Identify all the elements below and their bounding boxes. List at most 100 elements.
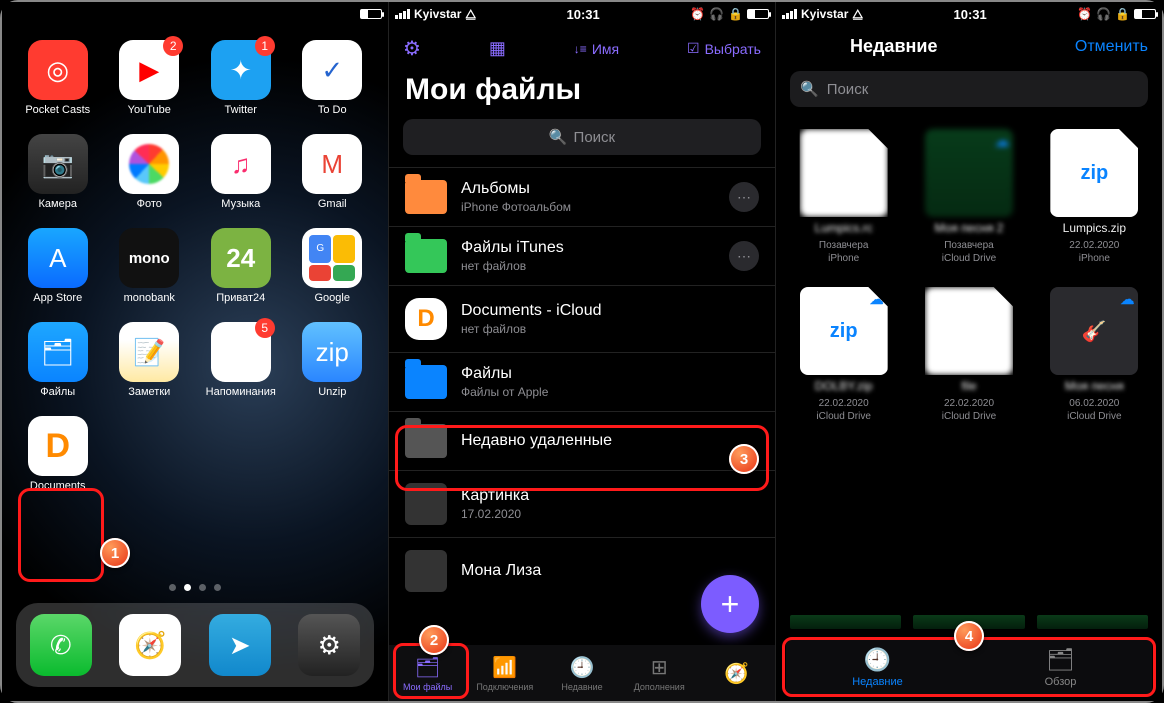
page-dots[interactable] bbox=[2, 584, 388, 591]
app-label: Фото bbox=[137, 198, 162, 210]
list-item[interactable]: DDocuments - iCloudнет файлов bbox=[389, 285, 775, 352]
app-напоминания[interactable]: ●5Напоминания bbox=[199, 322, 283, 398]
folder-icon: D bbox=[405, 298, 447, 340]
tab-label: Подключения bbox=[476, 682, 533, 692]
settings-icon[interactable]: ⚙ bbox=[403, 36, 421, 61]
file-item[interactable]: zip☁︎ DOLBY.zip 22.02.2020iCloud Drive bbox=[784, 279, 903, 431]
item-title: Недавно удаленные bbox=[461, 432, 759, 450]
app-label: Заметки bbox=[128, 386, 170, 398]
lock-icon: 🔒 bbox=[1115, 7, 1130, 21]
tab-Дополнения[interactable]: ⊞Дополнения bbox=[621, 645, 698, 701]
app-label: App Store bbox=[33, 292, 82, 304]
signal-icon bbox=[395, 9, 410, 19]
app-documents[interactable]: DDocuments bbox=[16, 416, 100, 492]
view-mode-icon[interactable]: ▦ bbox=[489, 38, 506, 59]
list-item[interactable]: Картинка17.02.2020 bbox=[389, 470, 775, 537]
screen-documents-app: Kyivstar⧋ 10:31 ⏰🎧🔒 ⚙ ▦ ↓≡Имя ☑Выбрать М… bbox=[388, 2, 775, 701]
file-meta: ПозавчераiPhone bbox=[819, 239, 869, 265]
app-youtube[interactable]: ▶2YouTube bbox=[108, 40, 192, 116]
app-камера[interactable]: 📷Камера bbox=[16, 134, 100, 210]
tab-label: Недавние bbox=[561, 682, 602, 692]
add-button[interactable]: + bbox=[701, 575, 759, 633]
dock-app[interactable]: ⚙ bbox=[298, 614, 360, 676]
app-google[interactable]: GGoogle bbox=[291, 228, 375, 304]
headphones-icon: 🎧 bbox=[709, 7, 724, 21]
sort-button[interactable]: ↓≡Имя bbox=[574, 41, 619, 57]
item-subtitle: iPhone Фотоальбом bbox=[461, 200, 715, 214]
status-bar: Kyivstar⧋ 10:31 ⏰🎧🔒 bbox=[389, 2, 775, 22]
app-заметки[interactable]: 📝Заметки bbox=[108, 322, 192, 398]
file-item[interactable]: zipLumpics.zip22.02.2020iPhone bbox=[1035, 121, 1154, 273]
app-gmail[interactable]: MGmail bbox=[291, 134, 375, 210]
app-файлы[interactable]: 🗂Файлы bbox=[16, 322, 100, 398]
app-icon: A bbox=[28, 228, 88, 288]
item-title: Файлы bbox=[461, 365, 759, 383]
picker-tab-Обзор[interactable]: 🗂 Обзор bbox=[969, 639, 1152, 695]
cloud-download-icon: ☁︎ bbox=[995, 133, 1009, 150]
more-icon[interactable]: ⋯ bbox=[729, 241, 759, 271]
picker-tab-Недавние[interactable]: 🕘Недавние bbox=[786, 639, 969, 695]
file-name: file bbox=[961, 379, 976, 393]
app-pocket-casts[interactable]: ◎Pocket Casts bbox=[16, 40, 100, 116]
file-thumbnail: zip☁︎ bbox=[800, 287, 888, 375]
app-twitter[interactable]: ✦1Twitter bbox=[199, 40, 283, 116]
cloud-download-icon: ☁︎ bbox=[1120, 291, 1134, 308]
more-icon[interactable]: ⋯ bbox=[729, 182, 759, 212]
app-label: Музыка bbox=[221, 198, 260, 210]
file-item[interactable]: file22.02.2020iCloud Drive bbox=[909, 279, 1028, 431]
list-item[interactable]: АльбомыiPhone Фотоальбом⋯ bbox=[389, 167, 775, 226]
app-icon: 📷 bbox=[28, 134, 88, 194]
badge: 1 bbox=[255, 36, 275, 56]
app-icon: ♫ bbox=[211, 134, 271, 194]
tab-icon: ⊞ bbox=[651, 655, 668, 680]
file-meta: 22.02.2020iCloud Drive bbox=[816, 397, 870, 423]
file-name: DOLBY.zip bbox=[815, 379, 873, 393]
dock-app[interactable]: 🧭 bbox=[119, 614, 181, 676]
list-item[interactable]: Файлы iTunesнет файлов⋯ bbox=[389, 226, 775, 285]
home-grid: ◎Pocket Casts▶2YouTube✦1Twitter✓To Do 📷Ка… bbox=[2, 22, 388, 492]
search-input[interactable]: 🔍Поиск bbox=[403, 119, 761, 155]
app-label: To Do bbox=[318, 104, 347, 116]
alarm-icon: ⏰ bbox=[690, 7, 705, 21]
list-item[interactable]: ФайлыФайлы от Apple bbox=[389, 352, 775, 411]
tab-Недавние[interactable]: 🕘Недавние bbox=[543, 645, 620, 701]
file-list: АльбомыiPhone Фотоальбом⋯Файлы iTunesнет… bbox=[389, 167, 775, 604]
app-приват24[interactable]: 24Приват24 bbox=[199, 228, 283, 304]
toolbar: ⚙ ▦ ↓≡Имя ☑Выбрать bbox=[389, 22, 775, 69]
screen-home: Kyivstar⧋▷ 10:31 ⏰🎧🔒 ◎Pocket Casts▶2YouT… bbox=[2, 2, 388, 701]
list-item[interactable]: Недавно удаленные bbox=[389, 411, 775, 470]
folder-icon bbox=[405, 239, 447, 273]
cancel-button[interactable]: Отменить bbox=[1075, 38, 1148, 56]
app-label: Google bbox=[315, 292, 350, 304]
battery-icon bbox=[747, 9, 769, 19]
folder-icon bbox=[405, 365, 447, 399]
file-item[interactable]: Lumpics.rcПозавчераiPhone bbox=[784, 121, 903, 273]
tab-icon: 🗂 bbox=[1047, 647, 1075, 673]
item-title: Documents - iCloud bbox=[461, 302, 759, 320]
app-музыка[interactable]: ♫ Музыка bbox=[199, 134, 283, 210]
wifi-icon: ⧋ bbox=[852, 7, 863, 22]
dock: ✆ 🧭 ➤ ⚙ bbox=[16, 603, 374, 687]
app-icon: ✦1 bbox=[211, 40, 271, 100]
tab-Подключения[interactable]: 📶Подключения bbox=[466, 645, 543, 701]
app-unzip[interactable]: zipUnzip bbox=[291, 322, 375, 398]
item-subtitle: нет файлов bbox=[461, 259, 715, 273]
dock-app[interactable]: ✆ bbox=[30, 614, 92, 676]
step-marker-4: 4 bbox=[954, 621, 984, 651]
app-to-do[interactable]: ✓To Do bbox=[291, 40, 375, 116]
alarm-icon: ⏰ bbox=[1077, 7, 1092, 21]
app-app-store[interactable]: A App Store bbox=[16, 228, 100, 304]
search-input[interactable]: 🔍Поиск bbox=[790, 71, 1148, 107]
app-label: monobank bbox=[124, 292, 175, 304]
app-icon: ●5 bbox=[211, 322, 271, 382]
tab-label: Обзор bbox=[1045, 676, 1077, 688]
picker-title: Недавние bbox=[790, 36, 937, 57]
select-button[interactable]: ☑Выбрать bbox=[687, 40, 761, 57]
file-item[interactable]: 🎸☁︎Моя песня06.02.2020iCloud Drive bbox=[1035, 279, 1154, 431]
app-фото[interactable]: Фото bbox=[108, 134, 192, 210]
file-item[interactable]: ☁︎Моя песня 2ПозавчераiCloud Drive bbox=[909, 121, 1028, 273]
tab-browser[interactable]: 🧭 bbox=[698, 645, 775, 701]
dock-app[interactable]: ➤ bbox=[209, 614, 271, 676]
lock-icon: 🔒 bbox=[728, 7, 743, 21]
app-monobank[interactable]: monomonobank bbox=[108, 228, 192, 304]
